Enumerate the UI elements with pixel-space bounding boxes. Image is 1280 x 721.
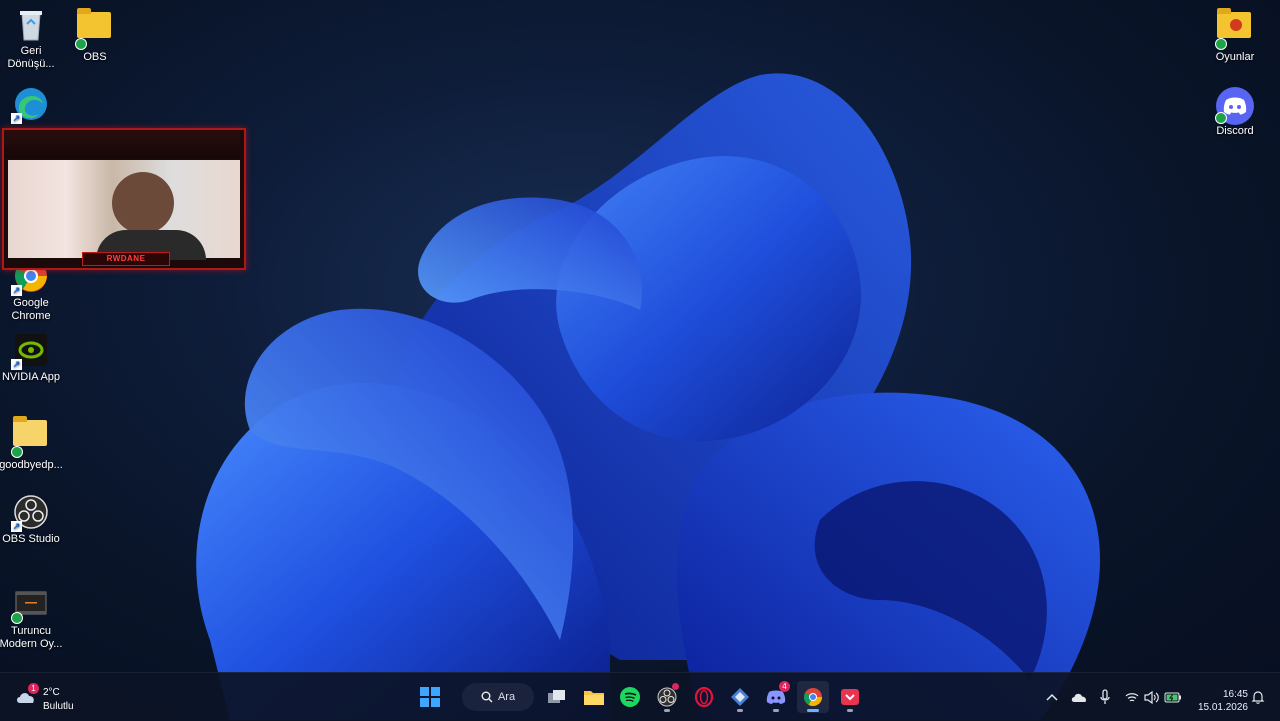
webcam-frame-top <box>4 130 240 158</box>
wallpaper-bloom <box>196 73 1100 720</box>
microphone-icon <box>1100 689 1110 704</box>
desktop-icon-label: NVIDIA App <box>1 371 61 383</box>
taskbar-spotify[interactable] <box>614 681 646 713</box>
discord-notification-badge: 4 <box>779 681 790 692</box>
battery-charging-icon <box>1164 692 1181 702</box>
webcam-overlay[interactable]: RWDANE <box>2 128 246 270</box>
tray-overflow-chevron[interactable] <box>1042 687 1062 707</box>
desktop-icon-nvidia[interactable]: ↗ NVIDIA App <box>0 332 64 384</box>
sync-check-icon <box>1215 112 1227 124</box>
video-file-icon <box>11 586 49 624</box>
clock-date: 15.01.2026 <box>1197 702 1248 713</box>
cube-icon <box>731 688 749 706</box>
desktop-icon-obs-studio[interactable]: ↗ OBS Studio <box>0 494 64 546</box>
weather-condition: Bulutlu <box>43 701 74 712</box>
desktop-icon-recycle-bin[interactable]: Geri Dönüşü... <box>0 6 64 71</box>
running-indicator <box>847 709 853 712</box>
running-indicator <box>737 709 743 712</box>
edge-icon: ↗ <box>11 86 49 124</box>
taskbar-task-view[interactable] <box>541 681 573 713</box>
discord-icon <box>1215 86 1254 125</box>
desktop-icon-label: Discord <box>1216 125 1254 137</box>
shortcut-arrow-icon: ↗ <box>11 285 22 296</box>
sync-check-icon <box>11 446 23 458</box>
tray-microphone[interactable] <box>1095 687 1115 707</box>
search-label: Ara <box>497 691 516 703</box>
folder-icon <box>1215 8 1253 50</box>
desktop-icon-goodbye-folder[interactable]: goodbyedp... <box>0 414 64 472</box>
desktop-icon-label: goodbyedp... <box>0 459 63 471</box>
desktop-icon-obs-folder[interactable]: OBS <box>62 6 128 64</box>
sync-check-icon <box>11 612 23 624</box>
folder-icon <box>584 691 604 705</box>
task-view-icon <box>548 690 565 703</box>
sync-check-icon <box>1215 38 1227 50</box>
desktop-icon-label: Geri Dönüşü... <box>7 45 55 70</box>
tray-onedrive[interactable] <box>1069 687 1089 707</box>
search-button[interactable]: Ara <box>462 683 534 711</box>
tray-wifi[interactable] <box>1122 687 1142 707</box>
taskbar-pocket[interactable] <box>834 681 866 713</box>
taskbar-file-explorer[interactable] <box>578 681 610 713</box>
running-indicator <box>773 709 779 712</box>
chrome-icon <box>803 688 822 707</box>
running-indicator <box>664 709 670 712</box>
obs-icon: ↗ <box>11 494 49 532</box>
shortcut-arrow-icon: ↗ <box>11 521 22 532</box>
desktop-icon-oyunlar[interactable]: Oyunlar <box>1202 6 1268 64</box>
chevron-up-icon <box>1046 693 1058 701</box>
taskbar-obs[interactable] <box>651 681 683 713</box>
tray-volume[interactable] <box>1142 687 1162 707</box>
windows-icon <box>420 687 440 707</box>
taskbar-app-cube[interactable] <box>724 681 756 713</box>
folder-icon <box>11 416 49 458</box>
taskbar-chrome[interactable] <box>797 681 829 713</box>
spotify-icon <box>620 687 640 707</box>
webcam-nameplate: RWDANE <box>82 252 170 266</box>
onedrive-cloud-icon <box>1071 693 1087 702</box>
clock[interactable]: 16:45 15.01.2026 <box>1192 688 1248 714</box>
weather-badge: 1 <box>28 683 39 694</box>
shortcut-arrow-icon: ↗ <box>11 359 22 370</box>
desktop-icon-edge[interactable]: ↗ <box>0 86 64 125</box>
pocket-icon <box>841 689 859 705</box>
obs-icon <box>657 687 677 707</box>
opera-icon <box>694 687 714 707</box>
tray-notifications[interactable] <box>1248 687 1268 707</box>
taskbar-discord[interactable]: 4 <box>760 681 792 713</box>
tray-battery[interactable] <box>1163 687 1183 707</box>
sync-check-icon <box>75 38 87 50</box>
notification-bell-icon <box>1251 691 1265 704</box>
start-button[interactable] <box>414 681 446 713</box>
nvidia-icon: ↗ <box>11 332 49 370</box>
shortcut-arrow-icon: ↗ <box>11 113 22 124</box>
recycle-bin-icon <box>13 6 49 42</box>
desktop-icon-discord[interactable]: Discord <box>1202 86 1268 138</box>
desktop-icon-turuncu[interactable]: Turuncu Modern Oy... <box>0 586 64 651</box>
desktop-icon-label: Oyunlar <box>1215 51 1255 63</box>
taskbar: 1 2°C Bulutlu Ara 4 16:45 15.01.2026 <box>0 672 1280 721</box>
taskbar-opera-gx[interactable] <box>688 681 720 713</box>
folder-icon <box>75 8 113 50</box>
desktop-icon-label: OBS <box>83 51 107 63</box>
desktop-icon-label: OBS Studio <box>2 533 60 545</box>
recording-indicator <box>672 683 679 690</box>
webcam-person <box>112 172 174 234</box>
clock-time: 16:45 <box>1222 689 1248 700</box>
desktop-icon-label: Google Chrome <box>11 297 51 322</box>
search-icon <box>481 691 493 703</box>
running-indicator <box>807 709 819 712</box>
wifi-icon <box>1125 692 1139 701</box>
speaker-icon <box>1144 690 1159 704</box>
desktop-icon-label: Turuncu Modern Oy... <box>0 625 63 650</box>
weather-temperature: 2°C <box>43 687 60 698</box>
